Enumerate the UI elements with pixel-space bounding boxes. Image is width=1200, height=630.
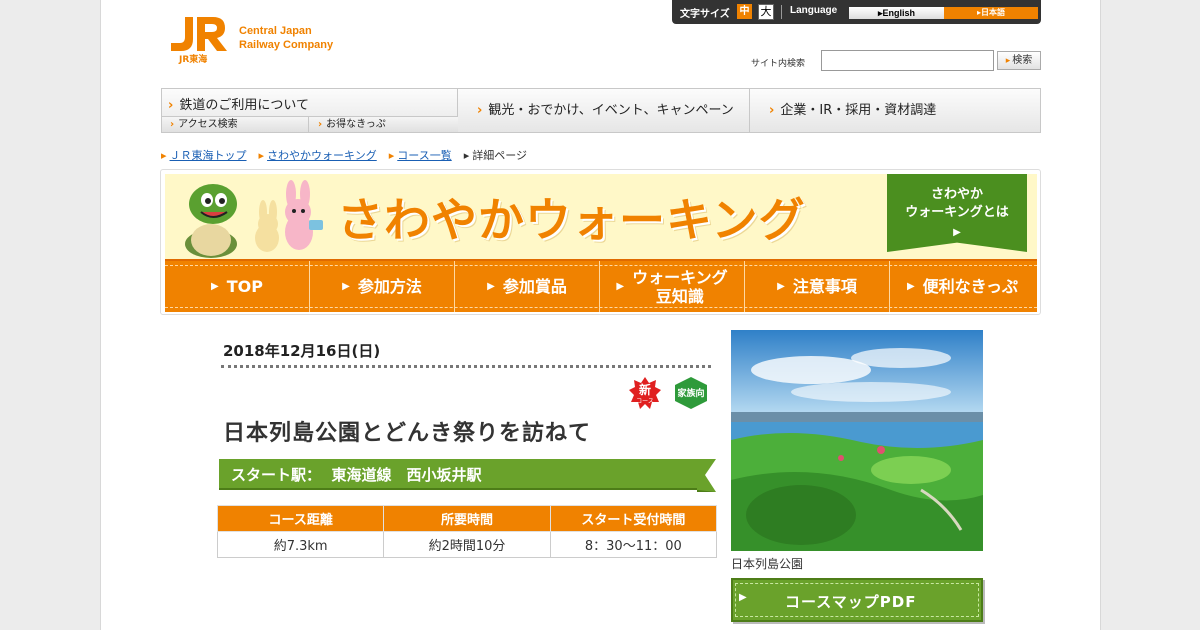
distance-value: 約7.3km bbox=[216, 531, 385, 558]
event-date: 2018年12月16日(日) bbox=[223, 342, 381, 360]
about-walking-button[interactable]: さわやか ウォーキングとは ▶ bbox=[887, 174, 1027, 252]
photo-caption: 日本列島公園 bbox=[731, 557, 804, 571]
breadcrumb-home[interactable]: ＪＲ東海トップ bbox=[161, 147, 247, 163]
page-container: JR東海 Central Japan Railway Company 文字サイズ… bbox=[100, 0, 1101, 630]
language-english-button[interactable]: ▸English bbox=[849, 7, 944, 19]
walking-nav-tips[interactable]: ▶ ウォーキング 豆知識 bbox=[600, 261, 745, 312]
triangle-right-icon: ▶ bbox=[906, 281, 915, 292]
table-header-distance: コース距離 bbox=[216, 505, 385, 532]
dotted-divider bbox=[221, 365, 711, 368]
breadcrumb-walking[interactable]: さわやかウォーキング bbox=[259, 147, 377, 163]
park-photo bbox=[731, 330, 983, 551]
mascot-characters-icon bbox=[185, 180, 323, 258]
gnav-tickets[interactable]: › お得なきっぷ bbox=[310, 117, 458, 132]
gnav-subnav: › アクセス検索 › お得なきっぷ bbox=[162, 116, 458, 132]
font-size-label: 文字サイズ bbox=[680, 9, 730, 20]
logo-subtitle: JR東海 bbox=[179, 55, 208, 65]
walking-banner: さわやかウォーキング さわやか ウォーキングとは ▶ ▶ TOP ▶ 参加方法 ▶ 参… bbox=[160, 169, 1041, 315]
triangle-right-icon: ▶ bbox=[777, 281, 785, 292]
start-station-text: スタート駅： 東海道線 西小坂井駅 bbox=[231, 466, 482, 484]
utility-bar: 文字サイズ 中 大 Language ▸English ▸日本語 bbox=[672, 0, 1041, 24]
breadcrumb-course-list[interactable]: コース一覧 bbox=[389, 147, 451, 163]
font-size-large-button[interactable]: 大 bbox=[758, 4, 774, 20]
table-row: 約7.3km 約2時間10分 8：30～11：00 bbox=[216, 531, 718, 558]
reception-time-value: 8：30～11：00 bbox=[549, 531, 718, 558]
walking-nav: ▶ TOP ▶ 参加方法 ▶ 参加賞品 ▶ ウォーキング 豆知識 ▶ 注意事項 ▶ 便利なきっ… bbox=[165, 259, 1037, 312]
search-input[interactable] bbox=[821, 50, 994, 71]
triangle-right-icon: ▶ bbox=[211, 281, 219, 292]
new-course-badge-icon: 新 コース bbox=[629, 377, 661, 409]
gnav-railway-group: › 鉄道のご利用について › アクセス検索 › お得なきっぷ bbox=[162, 89, 458, 132]
svg-text:コース: コース bbox=[636, 398, 654, 405]
chevron-right-icon: › bbox=[477, 103, 483, 118]
jr-logo-icon[interactable] bbox=[167, 15, 229, 55]
gnav-access-search[interactable]: › アクセス検索 bbox=[162, 117, 309, 132]
table-header-reception: スタート受付時間 bbox=[549, 505, 718, 532]
family-badge-icon: 家族向 bbox=[675, 377, 707, 409]
chevron-right-icon: › bbox=[769, 103, 775, 118]
start-station-bar: スタート駅： 東海道線 西小坂井駅 bbox=[219, 459, 716, 492]
svg-text:家族向: 家族向 bbox=[677, 387, 704, 399]
gnav-corporate[interactable]: › 企業・IR・採用・資材調達 bbox=[751, 89, 1041, 132]
svg-text:新: 新 bbox=[639, 382, 651, 397]
triangle-right-icon: ▶ bbox=[616, 281, 625, 292]
triangle-right-icon: ▶ bbox=[342, 281, 350, 292]
duration-value: 約2時間10分 bbox=[383, 531, 551, 558]
play-triangle-icon: ▶ bbox=[953, 227, 961, 238]
banner-title: さわやかウォーキング bbox=[337, 193, 806, 247]
triangle-right-icon: ▶ bbox=[487, 281, 495, 292]
global-nav: › 鉄道のご利用について › アクセス検索 › お得なきっぷ › 観光・おでかけ、イベン… bbox=[161, 88, 1041, 133]
gnav-railway[interactable]: › 鉄道のご利用について bbox=[168, 94, 309, 113]
company-name: Central Japan Railway Company bbox=[239, 25, 334, 51]
walking-nav-how-to-join[interactable]: ▶ 参加方法 bbox=[310, 261, 455, 312]
divider bbox=[781, 5, 782, 19]
search-button[interactable]: 検索 bbox=[997, 51, 1041, 70]
course-info-table: コース距離 所要時間 スタート受付時間 約7.3km 約2時間10分 8：30～… bbox=[216, 505, 718, 558]
course-title: 日本列島公園とどんき祭りを訪ねて bbox=[223, 421, 592, 446]
breadcrumb-current: 詳細ページ bbox=[464, 147, 527, 163]
chevron-right-icon: › bbox=[170, 119, 175, 130]
walking-nav-tickets[interactable]: ▶ 便利なきっぷ bbox=[890, 261, 1035, 312]
site-search-label: サイト内検索 bbox=[751, 59, 806, 69]
table-header-duration: 所要時間 bbox=[383, 505, 551, 532]
gnav-tourism[interactable]: › 観光・おでかけ、イベント、キャンペーン bbox=[459, 89, 750, 132]
chevron-right-icon: › bbox=[168, 98, 174, 113]
walking-nav-notes[interactable]: ▶ 注意事項 bbox=[745, 261, 890, 312]
triangle-right-icon: ▶ bbox=[739, 592, 747, 603]
walking-nav-prizes[interactable]: ▶ 参加賞品 bbox=[455, 261, 600, 312]
banner-header: さわやかウォーキング さわやか ウォーキングとは ▶ bbox=[165, 174, 1037, 260]
language-japanese-button[interactable]: ▸日本語 bbox=[944, 7, 1038, 19]
chevron-right-icon: › bbox=[318, 119, 323, 130]
course-map-pdf-button[interactable]: ▶ コースマップPDF bbox=[731, 578, 983, 622]
font-size-medium-button[interactable]: 中 bbox=[737, 4, 752, 19]
walking-nav-top[interactable]: ▶ TOP bbox=[165, 261, 310, 312]
breadcrumb: ＪＲ東海トップ さわやかウォーキング コース一覧 詳細ページ bbox=[161, 147, 528, 163]
ribbon-tail-icon bbox=[697, 459, 716, 492]
language-label: Language bbox=[790, 5, 838, 16]
